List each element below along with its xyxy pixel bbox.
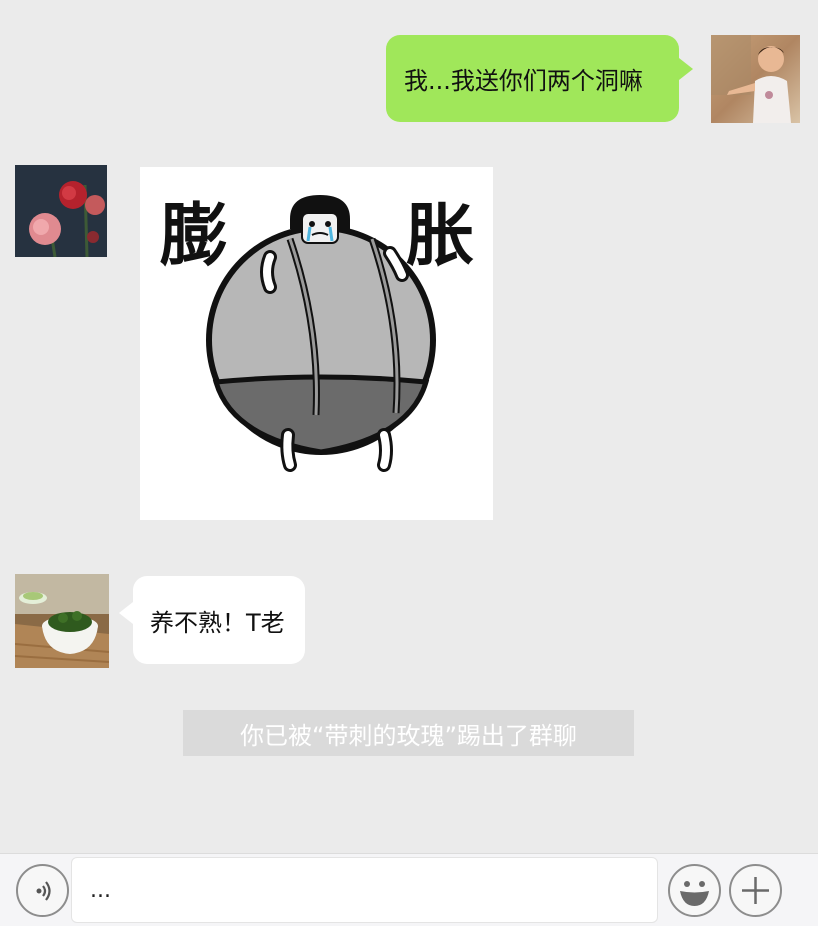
plus-icon — [742, 877, 769, 904]
input-bar: ... — [0, 853, 818, 926]
message-bubble[interactable]: 我...我送你们两个洞嘛 — [386, 35, 679, 122]
plus-button[interactable] — [729, 864, 782, 917]
message-text: 我...我送你们两个洞嘛 — [404, 67, 643, 95]
message-input-value: ... — [90, 877, 111, 903]
system-notice-text: 你已被“带刺的玫瑰”踢出了群聊 — [240, 721, 577, 750]
message-text: 养不熟！T老 — [150, 608, 285, 637]
voice-button[interactable] — [16, 864, 69, 917]
bubble-tail — [679, 58, 693, 80]
emoji-button[interactable] — [668, 864, 721, 917]
voice-icon — [36, 881, 51, 901]
avatar[interactable] — [15, 165, 107, 257]
avatar[interactable] — [15, 574, 109, 668]
emoji-icon — [680, 881, 709, 906]
message-input[interactable]: ... — [71, 857, 658, 923]
sticker-left-char: 膨 — [160, 197, 228, 276]
system-notice: 你已被“带刺的玫瑰”踢出了群聊 — [183, 710, 634, 756]
avatar[interactable] — [711, 35, 800, 123]
inflated-ball-man-sticker-icon: 膨 胀 — [160, 195, 474, 472]
message-bubble[interactable]: 养不熟！T老 — [133, 576, 305, 664]
sticker-image[interactable]: 膨 胀 — [140, 167, 493, 520]
sticker-right-char: 胀 — [406, 197, 474, 276]
bubble-tail — [119, 602, 133, 624]
